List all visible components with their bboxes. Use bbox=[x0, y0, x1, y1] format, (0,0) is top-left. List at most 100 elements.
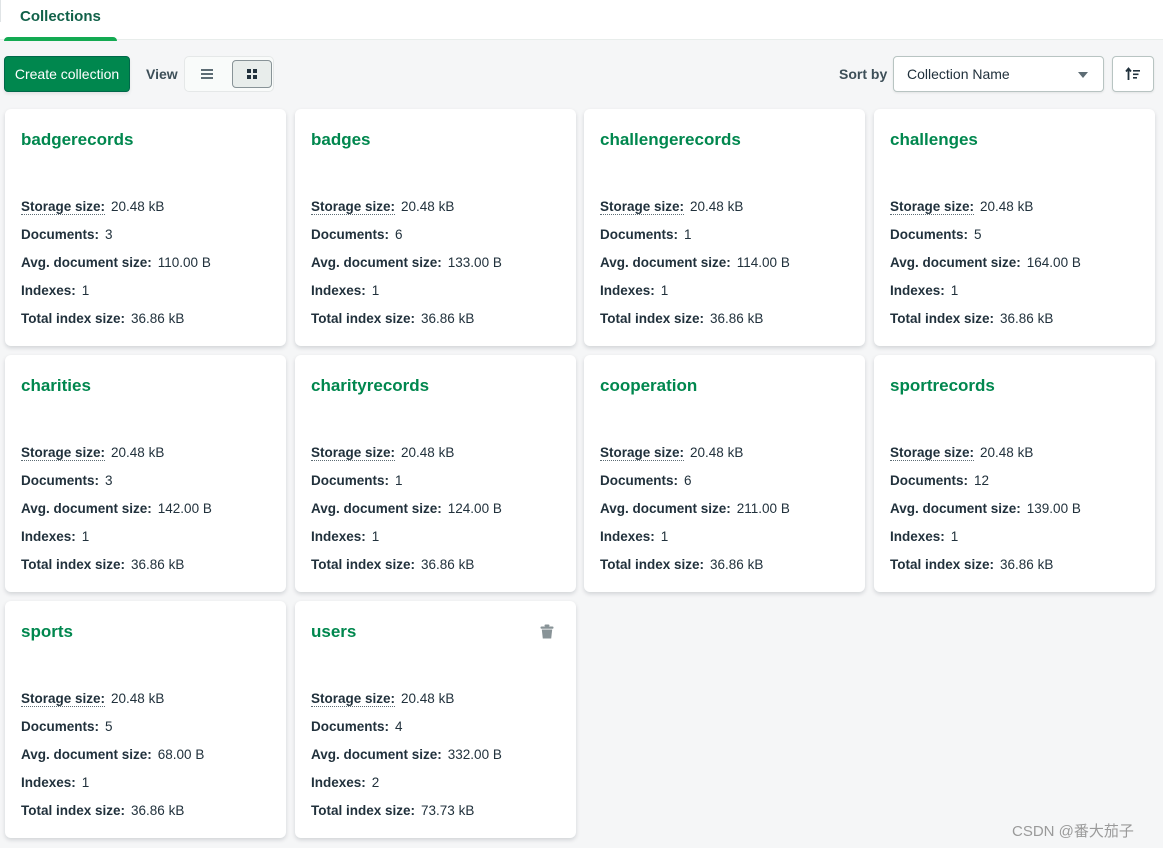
collection-card[interactable]: charityrecords Storage size: 20.48 kB Docum… bbox=[295, 355, 576, 592]
list-view-button[interactable] bbox=[187, 60, 227, 88]
stat-value: 20.48 kB bbox=[111, 445, 165, 460]
stat-label: Documents: bbox=[21, 473, 100, 488]
collection-card[interactable]: cooperation Storage size: 20.48 kB Document… bbox=[584, 355, 865, 592]
stat-label: Documents: bbox=[600, 227, 679, 242]
view-toggle bbox=[184, 56, 274, 92]
stat-value: 36.86 kB bbox=[1000, 557, 1054, 572]
stat-label: Avg. document size: bbox=[311, 747, 442, 762]
collection-card[interactable]: badges Storage size: 20.48 kB Documents: 6 Av… bbox=[295, 109, 576, 346]
stat-documents: Documents: 5 bbox=[21, 719, 204, 747]
stat-total-index: Total index size: 36.86 kB bbox=[890, 557, 1081, 585]
collection-name-link[interactable]: challengerecords bbox=[600, 130, 741, 150]
stat-avg: Avg. document size: 211.00 B bbox=[600, 501, 790, 529]
stat-value: 36.86 kB bbox=[131, 311, 185, 326]
collection-card[interactable]: badgerecords Storage size: 20.48 kB Documen… bbox=[5, 109, 286, 346]
stat-value: 20.48 kB bbox=[111, 199, 165, 214]
stat-documents: Documents: 3 bbox=[21, 227, 211, 255]
stat-label[interactable]: Storage size: bbox=[890, 199, 975, 215]
collection-name-link[interactable]: sports bbox=[21, 622, 73, 642]
collection-card[interactable]: charities Storage size: 20.48 kB Documents:… bbox=[5, 355, 286, 592]
collection-card[interactable]: sports Storage size: 20.48 kB Documents: 5 Av… bbox=[5, 601, 286, 838]
collection-stats: Storage size: 20.48 kB Documents: 6 Avg. doc… bbox=[600, 445, 790, 585]
stat-avg: Avg. document size: 124.00 B bbox=[311, 501, 502, 529]
stat-value: 1 bbox=[684, 227, 692, 242]
stat-value: 1 bbox=[81, 283, 90, 298]
stat-documents: Documents: 6 bbox=[600, 473, 790, 501]
stat-total-index: Total index size: 73.73 kB bbox=[311, 803, 502, 831]
stat-label: Avg. document size: bbox=[21, 501, 152, 516]
stat-indexes: Indexes: 1 bbox=[890, 529, 1081, 557]
collection-name-link[interactable]: badges bbox=[311, 130, 371, 150]
list-icon bbox=[201, 69, 213, 79]
sort-by-select[interactable]: Collection Name bbox=[893, 56, 1104, 92]
stat-label[interactable]: Storage size: bbox=[890, 445, 975, 461]
stat-label: Total index size: bbox=[890, 557, 995, 572]
stat-label: Avg. document size: bbox=[311, 255, 442, 270]
stat-label[interactable]: Storage size: bbox=[311, 691, 396, 707]
stat-value: 6 bbox=[684, 473, 692, 488]
stat-label: Indexes: bbox=[311, 283, 366, 298]
stat-storage: Storage size: 20.48 kB bbox=[600, 199, 790, 227]
collection-name-link[interactable]: badgerecords bbox=[21, 130, 133, 150]
trash-icon[interactable] bbox=[540, 624, 554, 644]
stat-label[interactable]: Storage size: bbox=[21, 445, 106, 461]
stat-storage: Storage size: 20.48 kB bbox=[21, 691, 204, 719]
collection-card[interactable]: sportrecords Storage size: 20.48 kB Documen… bbox=[874, 355, 1155, 592]
stat-storage: Storage size: 20.48 kB bbox=[21, 445, 212, 473]
stat-value: 20.48 kB bbox=[690, 199, 744, 214]
stat-avg: Avg. document size: 68.00 B bbox=[21, 747, 204, 775]
stat-label[interactable]: Storage size: bbox=[21, 691, 106, 707]
stat-value: 142.00 B bbox=[157, 501, 212, 516]
collection-card[interactable]: users Storage size: 20.48 kB Documents: 4 Avg… bbox=[295, 601, 576, 838]
collection-name-link[interactable]: users bbox=[311, 622, 356, 642]
stat-value: 1 bbox=[395, 473, 403, 488]
collection-name-link[interactable]: sportrecords bbox=[890, 376, 995, 396]
create-collection-button[interactable]: Create collection bbox=[4, 56, 130, 92]
collection-stats: Storage size: 20.48 kB Documents: 6 Avg. doc… bbox=[311, 199, 502, 339]
stat-storage: Storage size: 20.48 kB bbox=[311, 691, 502, 719]
stat-total-index: Total index size: 36.86 kB bbox=[21, 557, 212, 585]
collection-name-link[interactable]: cooperation bbox=[600, 376, 697, 396]
tab-bar: Collections bbox=[0, 0, 1163, 41]
grid-view-button[interactable] bbox=[232, 60, 272, 88]
stat-label: Indexes: bbox=[21, 775, 76, 790]
stat-label: Total index size: bbox=[311, 557, 416, 572]
stat-value: 1 bbox=[371, 283, 380, 298]
stat-value: 1 bbox=[81, 529, 90, 544]
stat-label[interactable]: Storage size: bbox=[600, 445, 685, 461]
stat-indexes: Indexes: 1 bbox=[890, 283, 1081, 311]
stat-avg: Avg. document size: 133.00 B bbox=[311, 255, 502, 283]
stat-label: Documents: bbox=[311, 473, 390, 488]
stat-value: 332.00 B bbox=[447, 747, 502, 762]
stat-label: Avg. document size: bbox=[890, 255, 1021, 270]
stat-value: 139.00 B bbox=[1026, 501, 1081, 516]
stat-value: 20.48 kB bbox=[980, 445, 1034, 460]
stat-value: 20.48 kB bbox=[980, 199, 1034, 214]
stat-documents: Documents: 1 bbox=[600, 227, 790, 255]
stat-avg: Avg. document size: 142.00 B bbox=[21, 501, 212, 529]
sort-direction-button[interactable] bbox=[1112, 56, 1154, 92]
stat-indexes: Indexes: 2 bbox=[311, 775, 502, 803]
stat-value: 36.86 kB bbox=[131, 557, 185, 572]
stat-indexes: Indexes: 1 bbox=[21, 283, 211, 311]
stat-label[interactable]: Storage size: bbox=[311, 445, 396, 461]
collection-name-link[interactable]: challenges bbox=[890, 130, 978, 150]
stat-value: 5 bbox=[974, 227, 982, 242]
collection-card[interactable]: challengerecords Storage size: 20.48 kB Doc… bbox=[584, 109, 865, 346]
stat-label: Indexes: bbox=[311, 775, 366, 790]
stat-label: Total index size: bbox=[311, 803, 416, 818]
stat-label: Total index size: bbox=[21, 803, 126, 818]
stat-label[interactable]: Storage size: bbox=[311, 199, 396, 215]
stat-label: Total index size: bbox=[600, 557, 705, 572]
stat-value: 1 bbox=[81, 775, 90, 790]
collection-name-link[interactable]: charities bbox=[21, 376, 91, 396]
collection-card[interactable]: challenges Storage size: 20.48 kB Documents… bbox=[874, 109, 1155, 346]
stat-indexes: Indexes: 1 bbox=[600, 529, 790, 557]
collection-name-link[interactable]: charityrecords bbox=[311, 376, 429, 396]
stat-total-index: Total index size: 36.86 kB bbox=[21, 311, 211, 339]
stat-value: 20.48 kB bbox=[401, 691, 455, 706]
tab-collections[interactable]: Collections bbox=[4, 0, 117, 41]
stat-label[interactable]: Storage size: bbox=[21, 199, 106, 215]
stat-value: 1 bbox=[950, 283, 959, 298]
stat-label[interactable]: Storage size: bbox=[600, 199, 685, 215]
